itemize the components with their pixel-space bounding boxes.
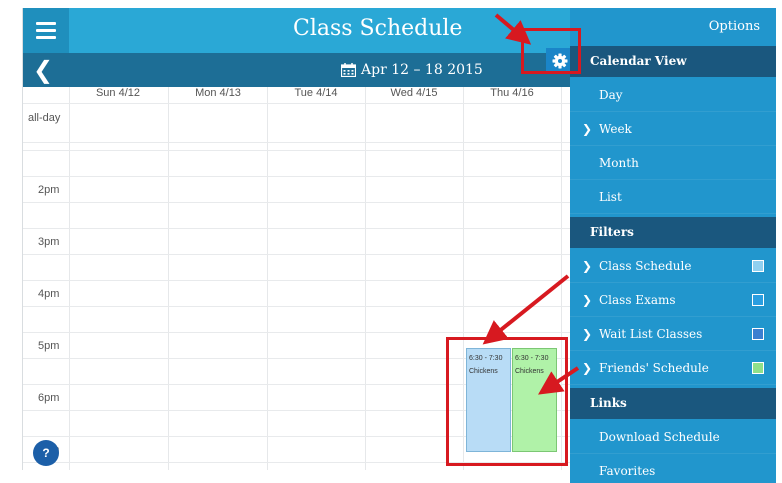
filter-label: Friends' Schedule	[599, 361, 709, 375]
filter-class-schedule[interactable]: ❯ Class Schedule	[570, 249, 776, 283]
filter-class-exams[interactable]: ❯ Class Exams	[570, 283, 776, 317]
grid-divider	[168, 87, 169, 470]
date-range: Apr 12 – 18 2015	[341, 62, 483, 78]
gear-highlight-box	[521, 28, 581, 74]
page-title: Class Schedule	[293, 16, 463, 41]
filter-label: Wait List Classes	[599, 327, 703, 341]
grid-line	[23, 176, 570, 177]
chevron-right-icon: ❯	[582, 293, 593, 307]
day-header: Sun 4/12	[95, 87, 141, 99]
time-label: 6pm	[38, 392, 60, 404]
grid-divider	[69, 87, 70, 470]
chevron-right-icon: ❯	[582, 327, 593, 341]
day-header: Wed 4/15	[390, 87, 438, 99]
time-label: 2pm	[38, 184, 60, 196]
link-favorites[interactable]: Favorites	[570, 454, 776, 483]
filter-wait-list-classes[interactable]: ❯ Wait List Classes	[570, 317, 776, 351]
options-title: Options	[708, 19, 760, 34]
menu-icon[interactable]	[23, 8, 69, 53]
grid-line	[23, 254, 570, 255]
link-label: Favorites	[599, 464, 656, 478]
day-header: Mon 4/13	[195, 87, 241, 99]
view-option-week[interactable]: ❯ Week	[570, 112, 776, 146]
date-range-label: Apr 12 – 18 2015	[361, 62, 483, 78]
filter-friends-schedule[interactable]: ❯ Friends' Schedule	[570, 351, 776, 385]
filter-color-swatch[interactable]	[752, 294, 764, 306]
grid-divider	[267, 87, 268, 470]
day-header: Tue 4/14	[294, 87, 338, 99]
filter-color-swatch[interactable]	[752, 328, 764, 340]
chevron-right-icon: ❯	[582, 122, 593, 136]
view-option-month[interactable]: Month	[570, 146, 776, 180]
time-label: 4pm	[38, 288, 60, 300]
grid-line	[23, 306, 570, 307]
all-day-label: all-day	[28, 112, 61, 124]
filter-color-swatch[interactable]	[752, 260, 764, 272]
view-option-label: Day	[599, 88, 623, 102]
view-option-label: Week	[599, 122, 632, 136]
calendar-icon	[341, 63, 356, 77]
time-label: 5pm	[38, 340, 60, 352]
view-option-label: List	[599, 190, 622, 204]
grid-line	[23, 280, 570, 281]
grid-line	[23, 103, 570, 104]
view-option-list[interactable]: List	[570, 180, 776, 214]
chevron-right-icon: ❯	[582, 259, 593, 273]
events-highlight-box	[446, 337, 568, 466]
view-option-day[interactable]: Day	[570, 78, 776, 112]
grid-line	[23, 142, 570, 143]
options-panel: Options Calendar View Day ❯ Week Month Li…	[570, 8, 776, 483]
top-bar: Class Schedule	[23, 8, 570, 53]
calendar-view-heading: Calendar View	[570, 46, 776, 77]
link-label: Download Schedule	[599, 430, 720, 444]
link-download-schedule[interactable]: Download Schedule	[570, 420, 776, 454]
date-navigation-bar: ❮ Apr 12 – 18 2015	[23, 53, 570, 87]
grid-divider	[365, 87, 366, 470]
chevron-right-icon: ❯	[582, 361, 593, 375]
grid-line	[23, 228, 570, 229]
filter-label: Class Exams	[599, 293, 676, 307]
links-heading: Links	[570, 388, 776, 419]
day-header: Thu 4/16	[490, 87, 534, 99]
filters-heading: Filters	[570, 217, 776, 248]
back-chevron-icon[interactable]: ❮	[33, 57, 57, 83]
grid-line	[23, 332, 570, 333]
filter-label: Class Schedule	[599, 259, 692, 273]
time-label: 3pm	[38, 236, 60, 248]
view-option-label: Month	[599, 156, 639, 170]
grid-line	[23, 202, 570, 203]
grid-line	[23, 150, 570, 151]
help-icon[interactable]: ?	[33, 440, 59, 466]
filter-color-swatch[interactable]	[752, 362, 764, 374]
